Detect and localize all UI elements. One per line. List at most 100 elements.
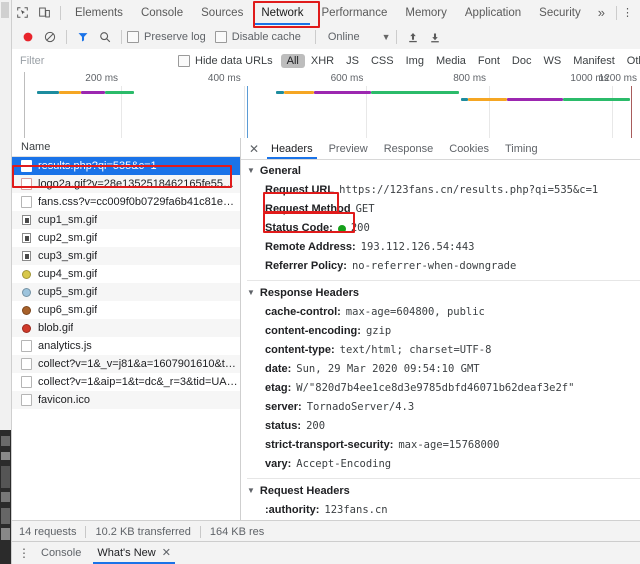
- drawer-menu-icon[interactable]: ⋮: [15, 546, 33, 560]
- request-name: favicon.ico: [38, 394, 90, 406]
- overview-tick-800: 800 ms: [453, 73, 487, 84]
- request-headers-section-header[interactable]: ▼ Request Headers: [247, 482, 640, 501]
- request-row[interactable]: analytics.js: [11, 337, 240, 355]
- tab-timing[interactable]: Timing: [497, 139, 546, 159]
- header-value: no-referrer-when-downgrade: [351, 260, 517, 272]
- network-filter-bar: Hide data URLs All XHR JS CSS Img Media …: [11, 49, 640, 73]
- request-row[interactable]: cup4_sm.gif: [11, 265, 240, 283]
- request-row[interactable]: cup1_sm.gif: [11, 211, 240, 229]
- filter-funnel-icon[interactable]: [72, 26, 94, 48]
- tab-elements[interactable]: Elements: [66, 1, 132, 25]
- tab-application[interactable]: Application: [456, 1, 530, 25]
- filter-type-xhr[interactable]: XHR: [305, 54, 340, 68]
- network-overview-timeline[interactable]: 200 ms 400 ms 600 ms 800 ms 1000 ms 1200…: [11, 72, 640, 139]
- request-row[interactable]: blob.gif: [11, 319, 240, 337]
- request-row[interactable]: cup2_sm.gif: [11, 229, 240, 247]
- tab-network[interactable]: Network: [252, 1, 312, 25]
- general-section-header[interactable]: ▼ General: [247, 162, 640, 181]
- filter-input[interactable]: [20, 54, 162, 67]
- search-icon[interactable]: [94, 26, 116, 48]
- tab-application-label: Application: [464, 6, 522, 19]
- device-toolbar-icon[interactable]: [33, 2, 55, 24]
- request-row[interactable]: collect?v=1&_v=j81&a=1607901610&t=pa...: [11, 355, 240, 373]
- triangle-down-icon-3[interactable]: ▼: [247, 481, 255, 500]
- header-row: Referrer Policy: no-referrer-when-downgra…: [247, 257, 640, 276]
- import-har-icon[interactable]: [402, 26, 424, 48]
- drawer-tab-console[interactable]: Console: [33, 543, 89, 564]
- throttle-dropdown[interactable]: Online ▼: [321, 31, 391, 43]
- filter-type-img[interactable]: Img: [400, 54, 430, 68]
- overview-tick-1200: 1200 ms: [598, 73, 637, 84]
- request-row[interactable]: cup6_sm.gif: [11, 301, 240, 319]
- filter-type-media[interactable]: Media: [430, 54, 472, 68]
- chevron-down-icon[interactable]: ▼: [382, 32, 391, 42]
- record-icon[interactable]: [17, 26, 39, 48]
- header-key: content-encoding:: [265, 325, 361, 337]
- request-row[interactable]: cup3_sm.gif: [11, 247, 240, 265]
- close-details-icon[interactable]: ✕: [245, 142, 263, 156]
- header-key: :authority:: [265, 504, 320, 516]
- overview-bar: [37, 91, 59, 94]
- request-row[interactable]: favicon.ico: [11, 391, 240, 409]
- triangle-down-icon[interactable]: ▼: [247, 161, 255, 180]
- export-har-icon[interactable]: [424, 26, 446, 48]
- clear-icon[interactable]: [39, 26, 61, 48]
- devtools-main-tabbar: Elements Console Sources Network Perform…: [11, 0, 640, 26]
- page-scrollbar-thumb[interactable]: [1, 2, 9, 18]
- tab-sources[interactable]: Sources: [192, 1, 252, 25]
- request-row[interactable]: results.php?qi=535&c=1: [11, 157, 240, 175]
- hide-data-urls-checkbox-box[interactable]: [178, 54, 190, 67]
- request-name: cup5_sm.gif: [38, 286, 98, 298]
- tab-console-label: Console: [140, 6, 184, 19]
- overview-tick-600: 600 ms: [330, 73, 364, 84]
- filter-type-ws[interactable]: WS: [537, 54, 567, 68]
- header-value: Accept-Encoding: [296, 458, 392, 470]
- request-name: analytics.js: [38, 340, 92, 352]
- request-row[interactable]: collect?v=1&aip=1&t=dc&_r=3&tid=UA-7...: [11, 373, 240, 391]
- header-key: strict-transport-security:: [265, 439, 394, 451]
- request-row[interactable]: logo2a.gif?v=28e1352518462165fe559805...: [11, 175, 240, 193]
- filter-type-manifest[interactable]: Manifest: [567, 54, 621, 68]
- filter-type-font[interactable]: Font: [472, 54, 506, 68]
- tab-cookies[interactable]: Cookies: [441, 139, 497, 159]
- header-value: 193.112.126.54:443: [360, 241, 475, 253]
- triangle-down-icon-2[interactable]: ▼: [247, 283, 255, 302]
- header-key: Request URL: [265, 184, 335, 196]
- disable-cache-checkbox-box[interactable]: [214, 31, 227, 43]
- request-name: logo2a.gif?v=28e1352518462165fe559805...: [38, 178, 240, 190]
- request-row[interactable]: cup5_sm.gif: [11, 283, 240, 301]
- disable-cache-checkbox[interactable]: Disable cache: [214, 31, 301, 43]
- header-value: GET: [355, 203, 375, 215]
- inspect-element-icon[interactable]: [11, 2, 33, 24]
- response-headers-section-header[interactable]: ▼ Response Headers: [247, 284, 640, 303]
- devtools-window: Elements Console Sources Network Perform…: [0, 0, 640, 564]
- image-thumb-blue-icon: [21, 286, 32, 298]
- preserve-log-checkbox[interactable]: Preserve log: [127, 31, 206, 43]
- tab-response[interactable]: Response: [376, 139, 442, 159]
- tab-headers[interactable]: Headers: [263, 139, 321, 159]
- tab-preview[interactable]: Preview: [321, 139, 376, 159]
- tab-console[interactable]: Console: [132, 1, 192, 25]
- more-tabs-icon[interactable]: »: [592, 5, 611, 20]
- request-row[interactable]: fans.css?v=cc009f0b0729fa6b41c81e1a4b5..…: [11, 193, 240, 211]
- devtools-settings-menu-icon[interactable]: ⋮: [622, 6, 633, 19]
- close-whats-new-icon[interactable]: ✕: [162, 547, 171, 559]
- preserve-log-checkbox-box[interactable]: [127, 31, 139, 43]
- tab-security[interactable]: Security: [530, 1, 590, 25]
- filter-type-all[interactable]: All: [280, 53, 305, 68]
- request-details-panel: ✕ Headers Preview Response Cookies Timin…: [241, 138, 640, 521]
- request-name: blob.gif: [38, 322, 74, 334]
- header-row: date: Sun, 29 Mar 2020 09:54:10 GMT: [247, 360, 640, 379]
- hide-data-urls-checkbox[interactable]: Hide data URLs: [178, 54, 273, 67]
- drawer-tab-whats-new[interactable]: What's New ✕: [89, 543, 179, 564]
- filter-type-css[interactable]: CSS: [365, 54, 400, 68]
- headers-body: ▼ General Request URL https://123fans.cn/…: [241, 159, 640, 521]
- filter-type-doc[interactable]: Doc: [506, 54, 538, 68]
- filter-type-other[interactable]: Other: [621, 54, 640, 68]
- filter-type-js[interactable]: JS: [340, 54, 365, 68]
- request-list-name-header[interactable]: Name: [11, 138, 240, 157]
- tab-performance[interactable]: Performance: [313, 1, 397, 25]
- tab-memory[interactable]: Memory: [396, 1, 456, 25]
- overview-marker: [246, 86, 248, 138]
- header-value: Sun, 29 Mar 2020 09:54:10 GMT: [296, 363, 480, 375]
